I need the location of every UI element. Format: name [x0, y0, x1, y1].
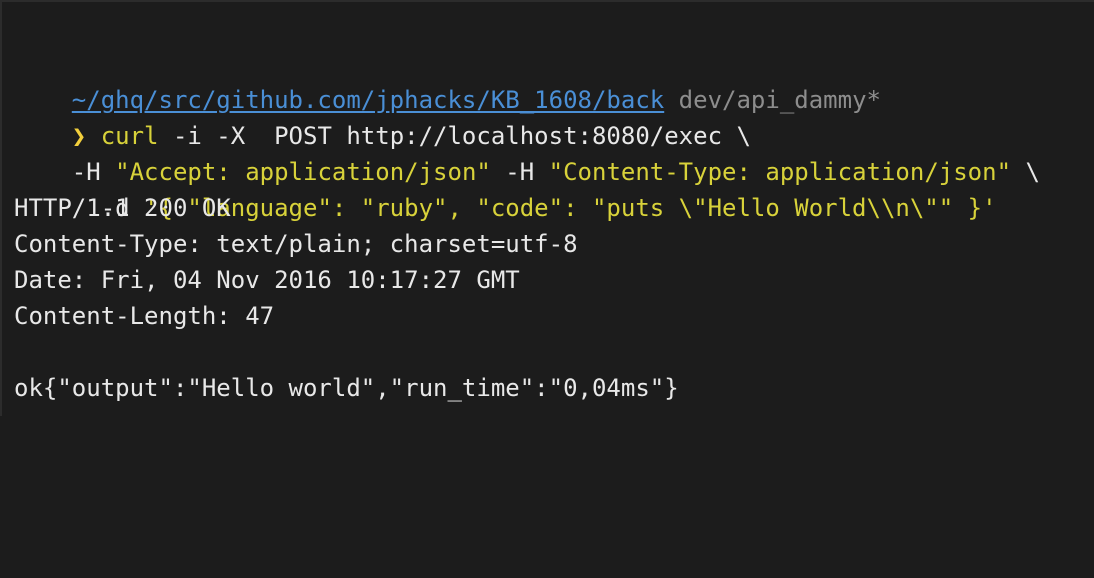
response-body-line: ok{"output":"Hello world","run_time":"0,… [14, 374, 679, 402]
response-date-line: Date: Fri, 04 Nov 2016 10:17:27 GMT [14, 266, 520, 294]
command-line-3: -d '{ "language": "ruby", "code": "puts … [14, 154, 997, 222]
prompt-header-line: ~/ghq/src/github.com/jphacks/KB_1608/bac… [14, 46, 881, 114]
command-line-2: -H "Accept: application/json" -H "Conten… [14, 118, 1040, 186]
request-body-string: '{ "language": "ruby", "code": "puts \"H… [144, 194, 997, 222]
command-line-1: ❯ curl -i -X POST http://localhost:8080/… [14, 82, 751, 150]
response-content-length-line: Content-Length: 47 [14, 302, 275, 330]
response-status-line: HTTP/1.1 200 OK [14, 194, 231, 222]
line-continuation: \ [1011, 158, 1040, 186]
response-content-type-line: Content-Type: text/plain; charset=utf-8 [14, 230, 578, 258]
terminal-window[interactable]: ~/ghq/src/github.com/jphacks/KB_1608/bac… [0, 0, 1094, 416]
